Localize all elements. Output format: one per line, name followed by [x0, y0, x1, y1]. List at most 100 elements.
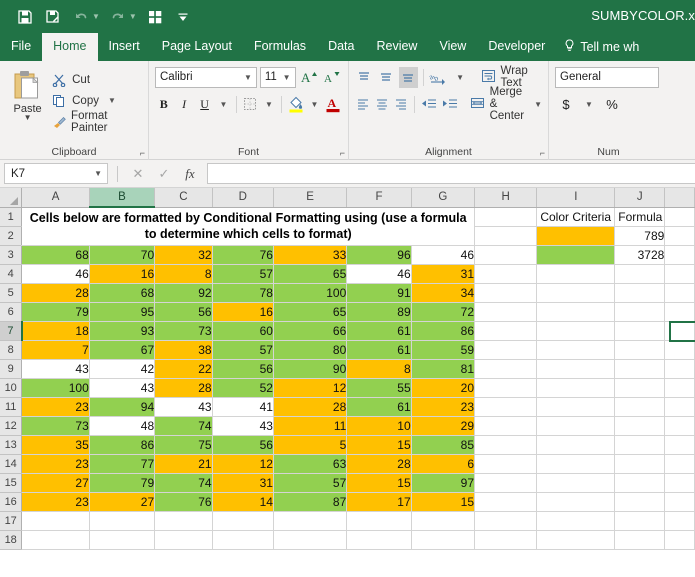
cell-K17[interactable] — [664, 511, 695, 531]
cell-A11[interactable]: 23 — [21, 397, 90, 417]
cell-I15[interactable] — [536, 473, 616, 493]
cell-C6[interactable]: 56 — [154, 302, 213, 322]
cell-E14[interactable]: 63 — [273, 454, 348, 474]
cell-K8[interactable] — [664, 340, 695, 360]
align-top-button[interactable] — [355, 67, 374, 88]
cell-K14[interactable] — [664, 454, 695, 474]
number-format-select[interactable]: General — [555, 66, 659, 88]
insert-function-icon[interactable]: fx — [177, 166, 203, 182]
cell-H14[interactable] — [474, 454, 538, 474]
cell-K1[interactable] — [664, 207, 695, 227]
cell-D14[interactable]: 12 — [212, 454, 274, 474]
cell-H7[interactable] — [474, 321, 538, 341]
row-header-4[interactable]: 4 — [0, 264, 23, 284]
row-header-7[interactable]: 7 — [0, 321, 23, 341]
cell-A3[interactable]: 68 — [21, 245, 90, 265]
cell-D18[interactable] — [212, 530, 274, 550]
cell-F8[interactable]: 61 — [346, 340, 412, 360]
cell-E5[interactable]: 100 — [273, 283, 348, 303]
column-header-d[interactable]: D — [212, 188, 274, 208]
select-all-corner[interactable] — [0, 188, 23, 208]
cell-F4[interactable]: 46 — [346, 264, 412, 284]
cell-A16[interactable]: 23 — [21, 492, 90, 512]
cell-H6[interactable] — [474, 302, 538, 322]
cell-I10[interactable] — [536, 378, 616, 398]
cell-I8[interactable] — [536, 340, 616, 360]
cell-D10[interactable]: 52 — [212, 378, 274, 398]
cell-I16[interactable] — [536, 492, 616, 512]
cell-H1[interactable] — [474, 207, 538, 227]
cell-E17[interactable] — [273, 511, 348, 531]
cell-E12[interactable]: 11 — [273, 416, 348, 436]
cell-E7[interactable]: 66 — [273, 321, 348, 341]
increase-font-size-button[interactable]: A — [299, 67, 319, 88]
row-header-18[interactable]: 18 — [0, 530, 23, 550]
cell-D8[interactable]: 57 — [212, 340, 274, 360]
row-header-1[interactable]: 1 — [0, 207, 23, 227]
cell-F16[interactable]: 17 — [346, 492, 412, 512]
orientation-dropdown-caret[interactable]: ▼ — [451, 67, 470, 88]
cell-K13[interactable] — [664, 435, 695, 455]
cell-A10[interactable]: 100 — [21, 378, 90, 398]
align-middle-button[interactable] — [377, 67, 396, 88]
cell-D16[interactable]: 14 — [212, 492, 274, 512]
increase-indent-button[interactable] — [441, 94, 459, 115]
row-header-5[interactable]: 5 — [0, 283, 23, 303]
cell-H9[interactable] — [474, 359, 538, 379]
format-painter-button[interactable]: Format Painter — [49, 110, 142, 134]
tab-formulas[interactable]: Formulas — [243, 33, 317, 61]
cell-A9[interactable]: 43 — [21, 359, 90, 379]
cell-K6[interactable] — [664, 302, 695, 322]
cell-F9[interactable]: 8 — [346, 359, 412, 379]
cell-G16[interactable]: 15 — [411, 492, 476, 512]
cell-J11[interactable] — [614, 397, 666, 417]
font-size-select[interactable]: 11 ▼ — [259, 66, 296, 88]
cell-B18[interactable] — [89, 530, 156, 550]
cell-J18[interactable] — [614, 530, 666, 550]
column-header-k[interactable] — [664, 188, 695, 208]
cell-F10[interactable]: 55 — [346, 378, 412, 398]
cell-D5[interactable]: 78 — [212, 283, 274, 303]
cell-J5[interactable] — [614, 283, 666, 303]
cell-H12[interactable] — [474, 416, 538, 436]
cell-B9[interactable]: 42 — [89, 359, 156, 379]
cell-G10[interactable]: 20 — [411, 378, 476, 398]
cell-C18[interactable] — [154, 530, 213, 550]
cell-C11[interactable]: 43 — [154, 397, 213, 417]
decrease-font-size-button[interactable]: A — [322, 67, 342, 88]
paste-dropdown-caret[interactable]: ▼ — [24, 114, 32, 122]
cell-A7[interactable]: 18 — [21, 321, 90, 341]
cell-J16[interactable] — [614, 492, 666, 512]
cell-E16[interactable]: 87 — [273, 492, 348, 512]
cell-B7[interactable]: 93 — [89, 321, 156, 341]
cell-D12[interactable]: 43 — [212, 416, 274, 436]
cell-B17[interactable] — [89, 511, 156, 531]
cell-E4[interactable]: 65 — [273, 264, 348, 284]
cell-C8[interactable]: 38 — [154, 340, 213, 360]
tab-home[interactable]: Home — [42, 33, 98, 61]
cell-C17[interactable] — [154, 511, 213, 531]
cell-C16[interactable]: 76 — [154, 492, 213, 512]
cell-J14[interactable] — [614, 454, 666, 474]
cell-A14[interactable]: 23 — [21, 454, 90, 474]
cell-B3[interactable]: 70 — [89, 245, 156, 265]
cell-C13[interactable]: 75 — [154, 435, 213, 455]
cell-G5[interactable]: 34 — [411, 283, 476, 303]
cell-A18[interactable] — [21, 530, 90, 550]
align-bottom-button[interactable] — [398, 66, 418, 88]
cell-F11[interactable]: 61 — [346, 397, 412, 417]
cell-D3[interactable]: 76 — [212, 245, 274, 265]
cell-K16[interactable] — [664, 492, 695, 512]
row-header-17[interactable]: 17 — [0, 511, 23, 531]
cell-E11[interactable]: 28 — [273, 397, 348, 417]
cell-C9[interactable]: 22 — [154, 359, 213, 379]
cell-K4[interactable] — [664, 264, 695, 284]
cell-B13[interactable]: 86 — [89, 435, 156, 455]
cell-K11[interactable] — [664, 397, 695, 417]
save-as-icon[interactable] — [40, 5, 66, 29]
cell-K7-selected[interactable] — [664, 321, 695, 341]
cell-H4[interactable] — [474, 264, 538, 284]
orientation-button[interactable]: a b — [429, 67, 448, 88]
align-left-button[interactable] — [355, 94, 371, 115]
cell-E9[interactable]: 90 — [273, 359, 348, 379]
